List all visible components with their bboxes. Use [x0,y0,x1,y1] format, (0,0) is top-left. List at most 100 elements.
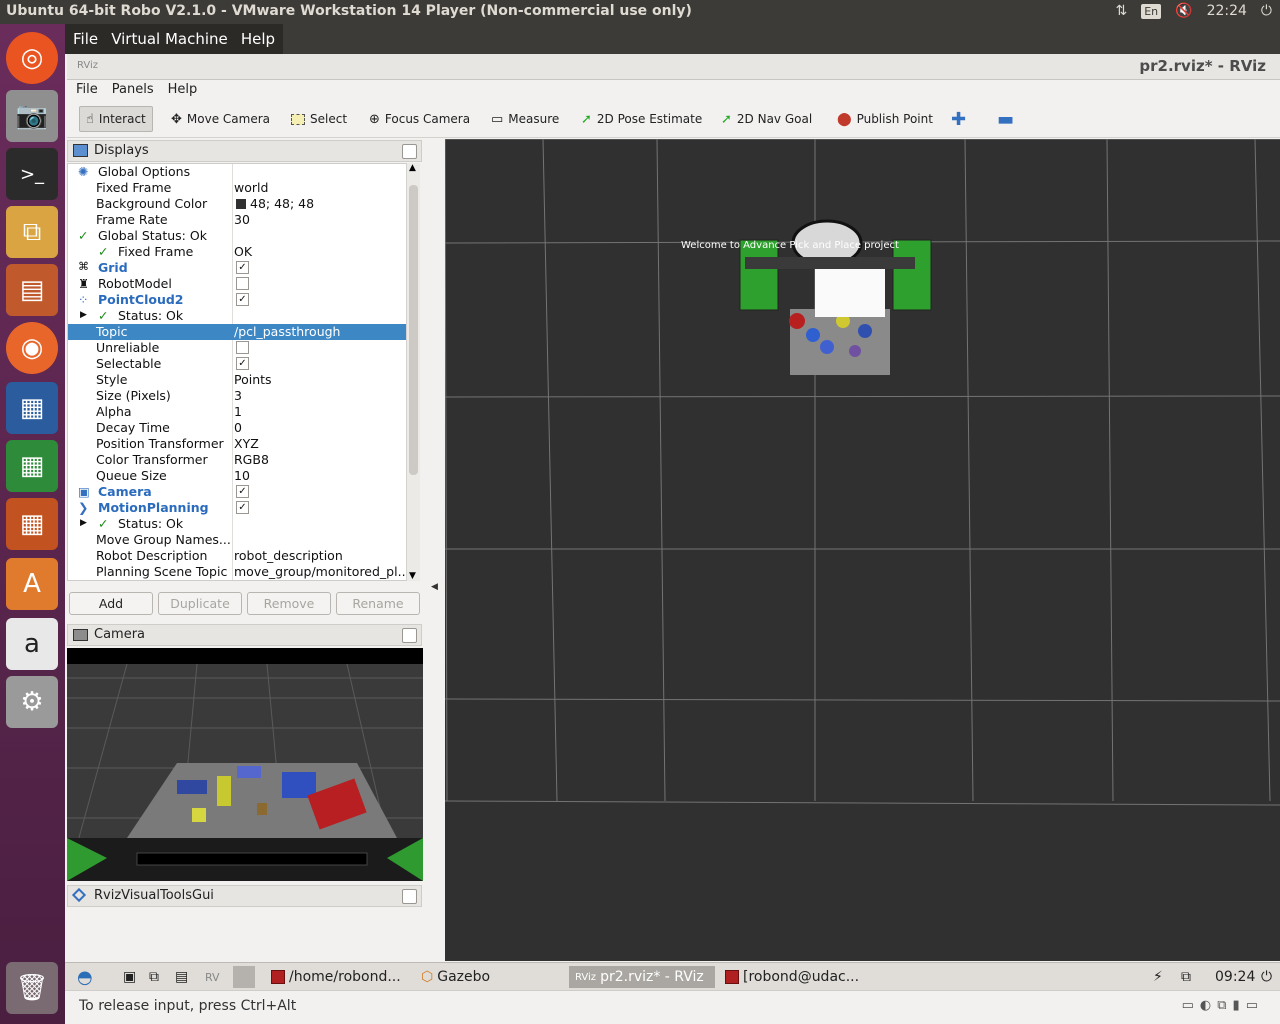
option-checkbox[interactable] [236,341,249,354]
row-value[interactable]: move_group/monitored_pl... [234,564,406,579]
collapse-left-icon[interactable]: ◀ [431,582,438,592]
row-value[interactable]: world [234,180,268,195]
task-home-robond[interactable]: /home/robond... [271,966,401,988]
task-gazebo[interactable]: ⬡ Gazebo [421,966,490,988]
vm-menu-virtual-machine[interactable]: Virtual Machine [107,24,232,48]
ubuntu-logo-icon[interactable]: ◎ [6,32,58,84]
file-manager-icon[interactable]: ⧉ [149,966,159,988]
row-global-options[interactable]: ✺ Global Options [68,164,406,180]
network-icon[interactable]: ⇅ [1115,3,1127,19]
tool-interact[interactable]: ☝ Interact [79,106,153,132]
row-frame-rate[interactable]: Frame Rate 30 [68,212,406,228]
camera-panel-close[interactable] [402,628,417,643]
vmware-icon[interactable]: ⧉ [6,206,58,258]
row-camera[interactable]: ▣ Camera ✓ [68,484,406,500]
expand-arrow-icon[interactable]: ▶ [80,518,87,528]
start-menu-icon[interactable]: ◓ [77,966,93,988]
row-value[interactable]: 0 [234,420,242,435]
browser-icon[interactable]: ▤ [175,966,188,988]
row-alpha[interactable]: Alpha 1 [68,404,406,420]
row-pointcloud-status[interactable]: ▶ ✓ Status: Ok [68,308,406,324]
row-color-transformer[interactable]: Color Transformer RGB8 [68,452,406,468]
option-checkbox[interactable]: ✓ [236,357,249,370]
add-tool-button[interactable]: ✚ [945,106,972,132]
row-grid[interactable]: ⌘ Grid ✓ [68,260,406,276]
row-robot-description[interactable]: Robot Description robot_description [68,548,406,564]
calc-icon[interactable]: ▦ [6,440,58,492]
row-value[interactable]: 48; 48; 48 [250,196,314,211]
software-center-icon[interactable]: A [6,558,58,610]
row-global-status[interactable]: ✓ Global Status: Ok [68,228,406,244]
row-value[interactable]: RGB8 [234,452,269,467]
tool-move-camera[interactable]: ✥ Move Camera [165,106,276,132]
row-pointcloud2[interactable]: ⁘ PointCloud2 ✓ [68,292,406,308]
row-background-color[interactable]: Background Color 48; 48; 48 [68,196,406,212]
remove-display-button[interactable]: Remove [247,592,331,615]
scroll-thumb[interactable] [409,185,418,475]
row-fixed-frame-status[interactable]: ✓ Fixed Frame OK [68,244,406,260]
device-icons[interactable]: ▭◐⧉▮▭ [1182,998,1264,1013]
row-position-transformer[interactable]: Position Transformer XYZ [68,436,406,452]
rviz-visual-tools-close[interactable] [402,889,417,904]
terminal-icon[interactable]: >_ [6,148,58,200]
show-desktop-icon[interactable]: ▣ [123,966,136,988]
files-icon[interactable]: ▤ [6,264,58,316]
tool-2d-pose-estimate[interactable]: ➚ 2D Pose Estimate [575,106,708,132]
row-style[interactable]: Style Points [68,372,406,388]
row-queue-size[interactable]: Queue Size 10 [68,468,406,484]
displays-panel-close[interactable] [402,144,417,159]
firefox-icon[interactable]: ◉ [6,322,58,374]
row-fixed-frame[interactable]: Fixed Frame world [68,180,406,196]
amazon-icon[interactable]: a [6,618,58,670]
displays-scrollbar[interactable]: ▲ ▼ [406,163,420,581]
menu-panels[interactable]: Panels [103,80,159,97]
settings-icon[interactable]: ⚙ [6,676,58,728]
row-value[interactable]: 1 [234,404,242,419]
row-value[interactable]: 10 [234,468,250,483]
3d-render-view[interactable]: Welcome to Advance Pick and Place projec… [445,139,1280,961]
volume-muted-icon[interactable]: 🔇 [1175,3,1192,19]
enable-checkbox[interactable] [236,277,249,290]
expand-arrow-icon[interactable]: ▶ [80,310,87,320]
remove-tool-button[interactable]: ▬ [991,106,1020,132]
tool-measure[interactable]: ▭ Measure [485,106,565,132]
logout-icon[interactable]: ⏻ [1261,966,1272,988]
enable-checkbox[interactable]: ✓ [236,293,249,306]
power-indicator-icon[interactable]: ⚡ [1153,966,1163,988]
row-motion-planning[interactable]: ❯ MotionPlanning ✓ [68,500,406,516]
row-value[interactable]: 3 [234,388,242,403]
row-value[interactable]: XYZ [234,436,259,451]
taskbar-clock[interactable]: 09:24 [1215,966,1255,988]
network-indicator-icon[interactable]: ⧉ [1181,966,1191,988]
menu-help[interactable]: Help [159,80,203,97]
row-size-pixels[interactable]: Size (Pixels) 3 [68,388,406,404]
tool-focus-camera[interactable]: ⊕ Focus Camera [363,106,476,132]
writer-icon[interactable]: ▦ [6,382,58,434]
row-motion-planning-status[interactable]: ▶ ✓ Status: Ok [68,516,406,532]
row-value[interactable]: /pcl_passthrough [234,324,340,339]
scroll-down-icon[interactable]: ▼ [409,571,416,581]
row-move-group-names[interactable]: Move Group Names... [68,532,406,548]
vm-menu-file[interactable]: File [69,24,102,48]
row-decay-time[interactable]: Decay Time 0 [68,420,406,436]
scroll-up-icon[interactable]: ▲ [409,163,416,173]
tool-2d-nav-goal[interactable]: ➚ 2D Nav Goal [715,106,818,132]
keyboard-language[interactable]: En [1141,3,1162,19]
enable-checkbox[interactable]: ✓ [236,501,249,514]
rviz-launcher-icon[interactable]: RV [205,966,220,988]
row-value[interactable]: robot_description [234,548,343,563]
row-topic[interactable]: Topic /pcl_passthrough [68,324,406,340]
vm-menu-help[interactable]: Help [237,24,279,48]
trash-icon[interactable]: 🗑 [6,962,58,1014]
row-planning-scene-topic[interactable]: Planning Scene Topic move_group/monitore… [68,564,406,580]
rename-display-button[interactable]: Rename [336,592,420,615]
host-clock[interactable]: 22:24 [1207,3,1247,19]
task-rviz[interactable]: RViz pr2.rviz* - RViz [569,966,715,988]
enable-checkbox[interactable]: ✓ [236,485,249,498]
tool-publish-point[interactable]: ⬤ Publish Point [831,106,939,132]
row-value[interactable]: Points [234,372,272,387]
power-icon[interactable]: ⏻ [1261,3,1272,19]
add-display-button[interactable]: Add [69,592,153,615]
row-unreliable[interactable]: Unreliable [68,340,406,356]
impress-icon[interactable]: ▦ [6,498,58,550]
